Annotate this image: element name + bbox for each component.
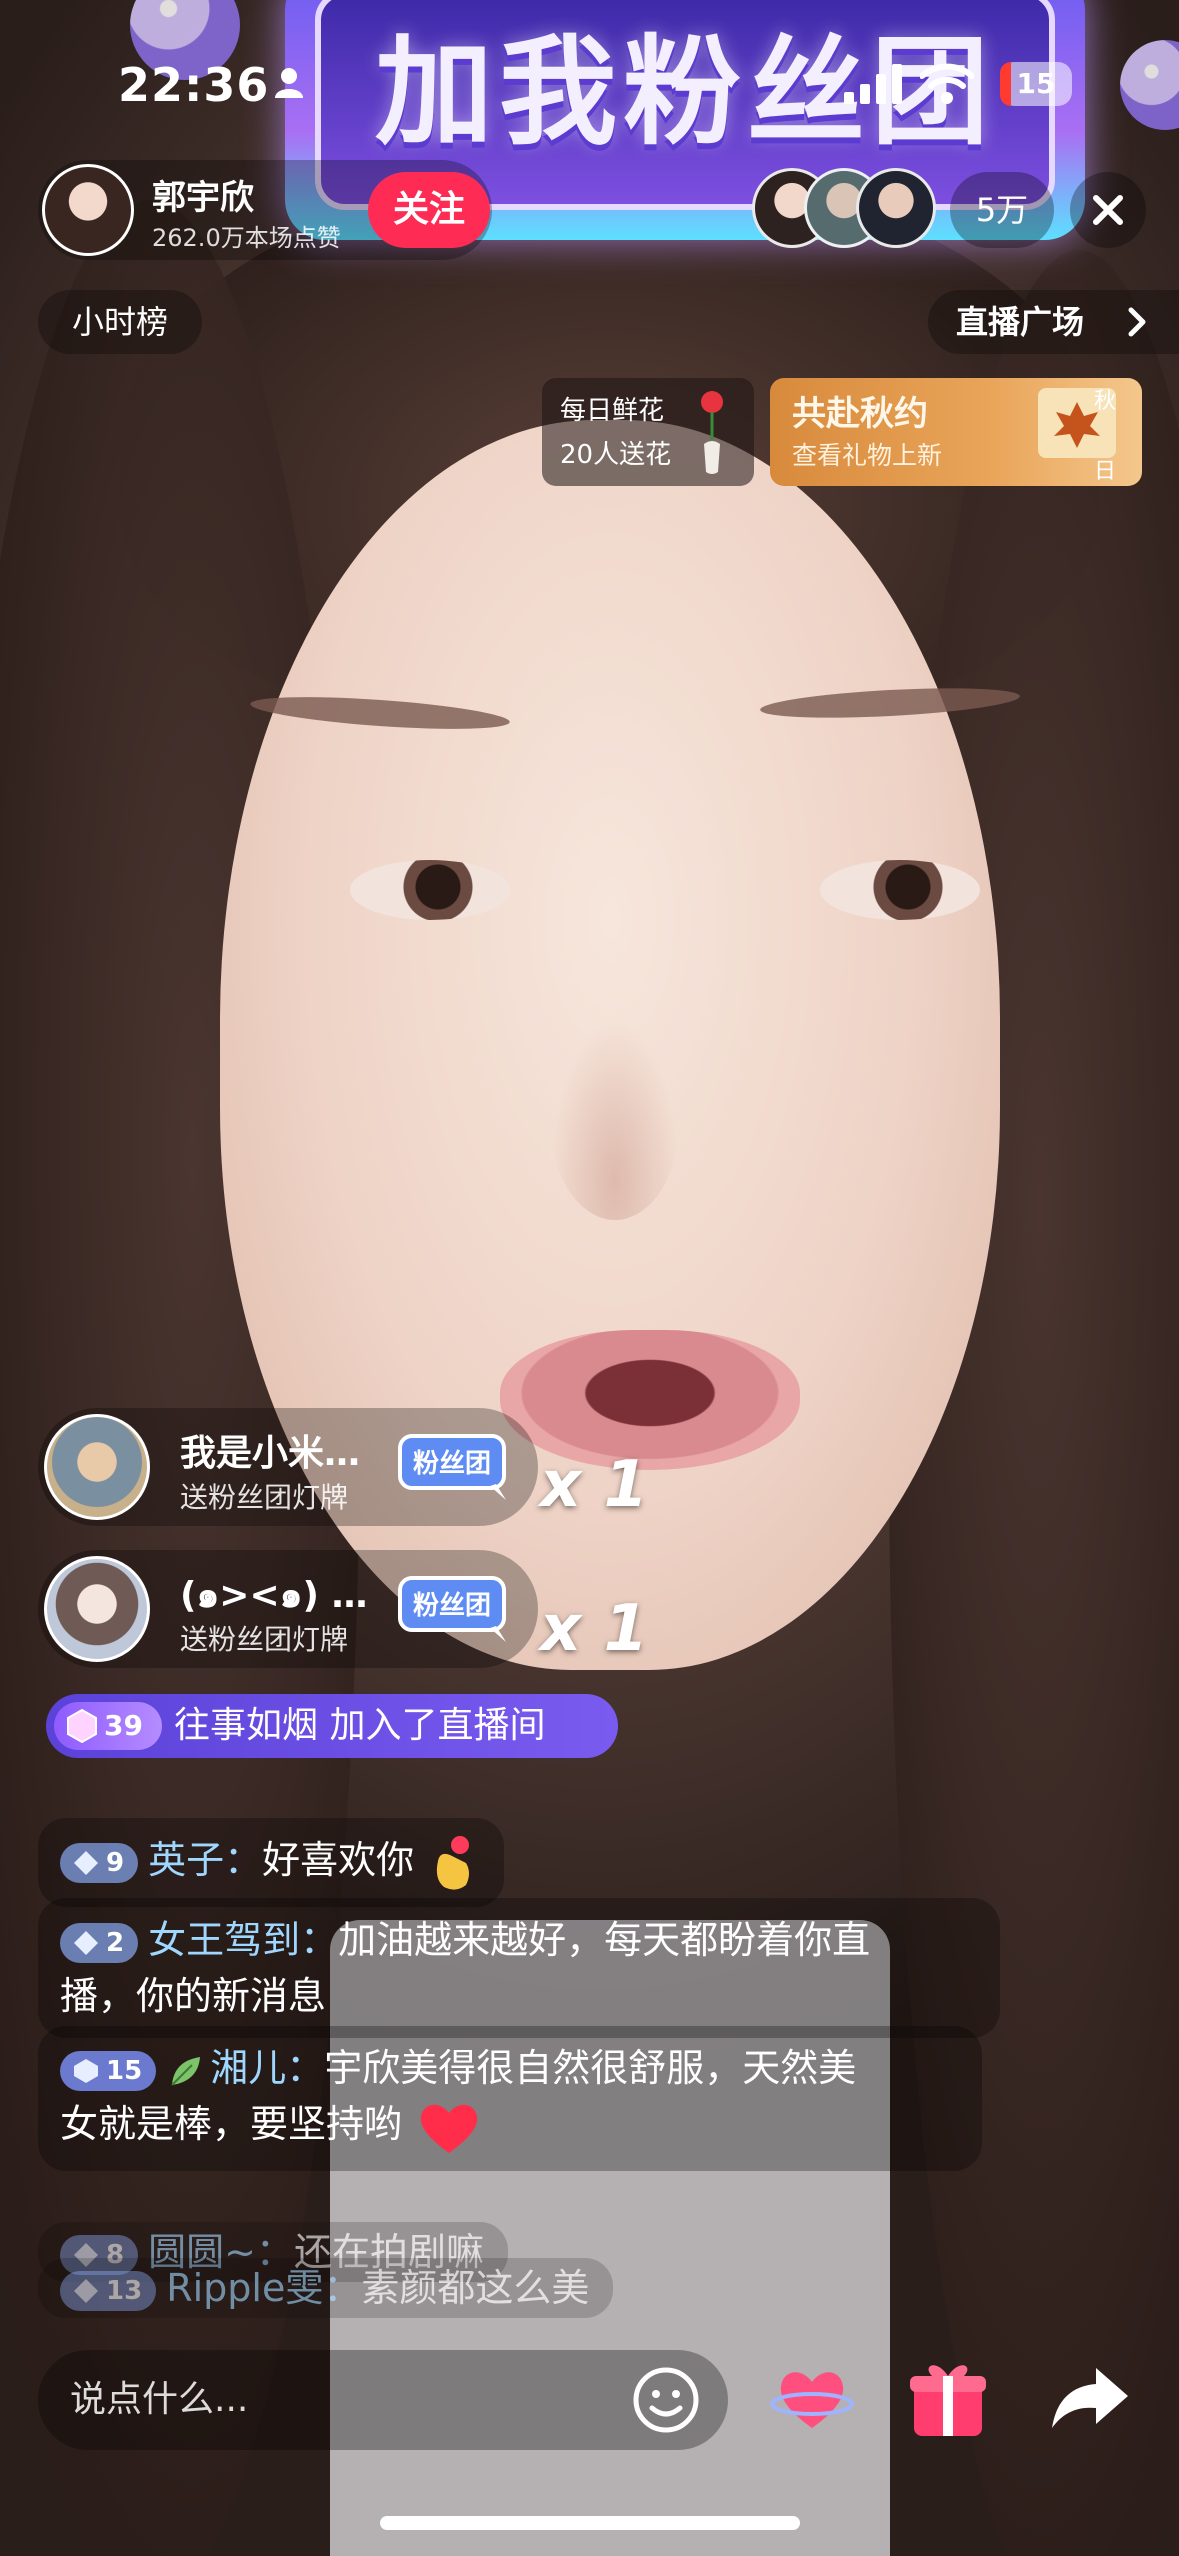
comment-text: 素颜都这么美 bbox=[361, 2266, 590, 2310]
wifi-icon bbox=[920, 63, 974, 104]
fan-club-badge-text: 粉丝团 bbox=[413, 1449, 491, 1479]
diamond-icon bbox=[74, 1930, 98, 1955]
user-level-text: 9 bbox=[106, 1847, 125, 1878]
chevron-right-icon bbox=[1128, 307, 1146, 337]
finger-heart-emoji-icon bbox=[437, 1835, 470, 1890]
comment-text: 好喜欢你 bbox=[262, 1838, 415, 1882]
autumn-event-subtitle: 查看礼物上新 bbox=[792, 441, 943, 470]
comment-text-continued: 播，你的新消息 bbox=[60, 1974, 327, 2018]
battery-indicator: 15 bbox=[1000, 62, 1072, 106]
anchor-avatar[interactable] bbox=[42, 164, 134, 256]
fan-club-badge-icon: 粉丝团 bbox=[398, 1576, 506, 1642]
user-level-badge: 9 bbox=[60, 1842, 139, 1883]
flower-count: 20人送花 bbox=[560, 440, 672, 470]
autumn-event-card[interactable]: 共赴秋约 查看礼物上新 秋 日 bbox=[770, 378, 1142, 486]
share-icon[interactable] bbox=[1050, 2362, 1130, 2434]
avatar[interactable] bbox=[44, 1556, 150, 1662]
rose-vase-icon bbox=[701, 391, 723, 474]
avatar[interactable] bbox=[856, 168, 936, 248]
comment-text: 宇欣美得很自然很舒服，天然美 bbox=[324, 2046, 857, 2090]
comment-text-continued: 女就是棒，要坚持哟 bbox=[60, 2102, 403, 2146]
user-level-text: 2 bbox=[106, 1927, 125, 1958]
join-notice[interactable]: 39 往事如烟 加入了直播间 bbox=[46, 1694, 618, 1758]
gift-sender-name: 我是小米… bbox=[180, 1433, 361, 1474]
top-viewers[interactable] bbox=[752, 168, 942, 252]
close-icon bbox=[1093, 195, 1123, 225]
fan-club-badge-text: 粉丝团 bbox=[413, 1591, 491, 1621]
live-plaza-label: 直播广场 bbox=[956, 303, 1085, 341]
left-eye bbox=[350, 860, 510, 920]
comment-item[interactable]: 2 女王驾到：加油越来越好，每天都盼着你直 播，你的新消息 bbox=[38, 1898, 1000, 2038]
user-level-badge: 2 bbox=[60, 1922, 139, 1963]
person-icon bbox=[275, 68, 303, 98]
user-level-badge: 13 bbox=[60, 2270, 157, 2311]
anchor-likes: 262.0万本场点赞 bbox=[152, 224, 341, 252]
gift-notice[interactable]: 我是小米… 送粉丝团灯牌 粉丝团 bbox=[38, 1408, 538, 1526]
gem-icon bbox=[74, 2058, 98, 2083]
gift-description: 送粉丝团灯牌 bbox=[180, 1481, 349, 1514]
status-time: 22:36 bbox=[118, 58, 270, 112]
join-text: 往事如烟 加入了直播间 bbox=[174, 1705, 546, 1746]
comment-author[interactable]: 英子： bbox=[148, 1838, 262, 1882]
nose bbox=[550, 1020, 680, 1220]
flower-title: 每日鲜花 bbox=[560, 396, 665, 426]
comment-author[interactable]: Ripple雯： bbox=[166, 2266, 361, 2310]
comment-input[interactable]: 说点什么... bbox=[38, 2350, 728, 2450]
gift-count: x 1 bbox=[540, 1448, 649, 1522]
comment-author[interactable]: 湘儿： bbox=[210, 2046, 324, 2090]
comment-item[interactable]: 9 英子：好喜欢你 bbox=[38, 1818, 505, 1907]
fan-club-badge-icon: 粉丝团 bbox=[398, 1434, 506, 1500]
comment-author[interactable]: 女王驾到： bbox=[148, 1918, 338, 1962]
hourly-rank-button[interactable]: 小时榜 bbox=[38, 290, 202, 354]
diamond-icon bbox=[74, 1850, 98, 1875]
viewer-count[interactable]: 5万 bbox=[950, 172, 1054, 248]
comment-item[interactable]: 15 湘儿：宇欣美得很自然很舒服，天然美 女就是棒，要坚持哟 bbox=[38, 2026, 982, 2171]
emoji-icon[interactable] bbox=[630, 2364, 702, 2436]
heart-planet-icon[interactable] bbox=[770, 2356, 854, 2440]
gift-description: 送粉丝团灯牌 bbox=[180, 1623, 349, 1656]
comment-input-placeholder: 说点什么... bbox=[70, 2379, 249, 2420]
gem-icon bbox=[67, 1708, 97, 1744]
join-level-text: 39 bbox=[104, 1709, 143, 1742]
autumn-badge-top: 秋 bbox=[1094, 389, 1116, 414]
gift-count: x 1 bbox=[540, 1592, 649, 1666]
live-plaza-button[interactable]: 直播广场 bbox=[928, 290, 1179, 354]
avatar[interactable] bbox=[44, 1414, 150, 1520]
cellular-signal-icon bbox=[844, 64, 902, 104]
red-heart-emoji-icon bbox=[420, 2104, 478, 2153]
join-level-badge: 39 bbox=[54, 1702, 162, 1750]
autumn-badge-bottom: 日 bbox=[1094, 459, 1116, 482]
diamond-icon bbox=[74, 2278, 98, 2303]
comment-text: 加油越来越好，每天都盼着你直 bbox=[338, 1918, 871, 1962]
battery-text: 15 bbox=[1016, 67, 1056, 100]
user-level-text: 15 bbox=[106, 2055, 143, 2086]
gift-notice[interactable]: (๑><๑) … 送粉丝团灯牌 粉丝团 bbox=[38, 1550, 538, 1668]
comment-item[interactable]: 13 Ripple雯：素颜都这么美 bbox=[38, 2258, 614, 2318]
gift-sender-name: (๑><๑) … bbox=[180, 1575, 368, 1616]
leaf-icon bbox=[171, 2056, 201, 2086]
right-eye bbox=[820, 860, 980, 920]
user-level-text: 13 bbox=[106, 2275, 143, 2306]
maple-envelope-icon: 秋 日 bbox=[1038, 388, 1116, 482]
follow-button[interactable]: 关注 bbox=[368, 172, 490, 248]
close-button[interactable] bbox=[1070, 172, 1146, 248]
gift-icon[interactable] bbox=[908, 2356, 988, 2440]
anchor-name: 郭宇欣 bbox=[152, 178, 254, 218]
user-level-badge: 15 bbox=[60, 2050, 157, 2091]
daily-flower-card[interactable]: 每日鲜花 20人送花 bbox=[542, 378, 754, 486]
autumn-event-title: 共赴秋约 bbox=[792, 394, 928, 434]
home-indicator[interactable] bbox=[380, 2516, 800, 2530]
